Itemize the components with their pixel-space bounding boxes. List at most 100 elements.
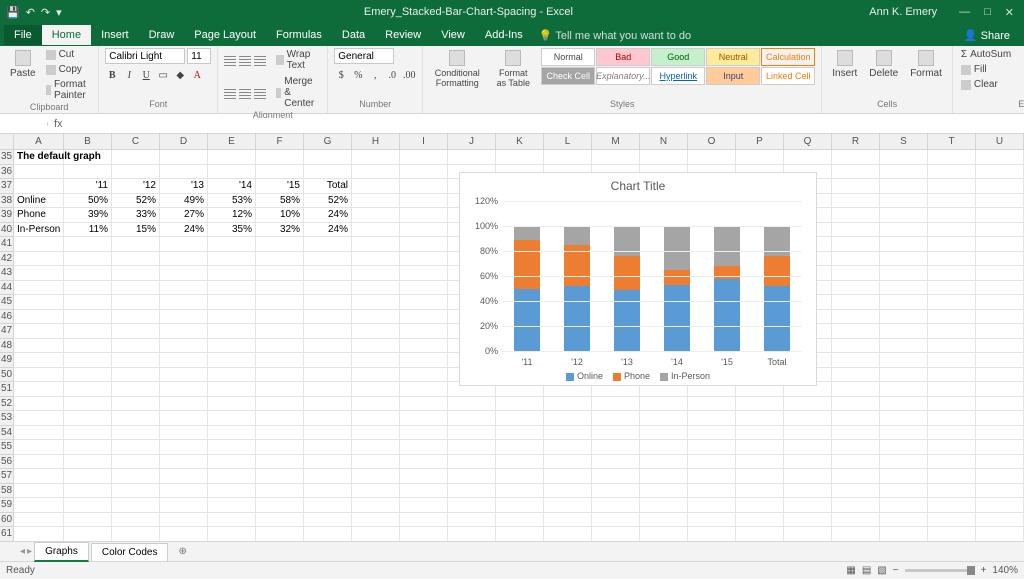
cell-B43[interactable]	[64, 266, 112, 281]
cell-B48[interactable]	[64, 339, 112, 354]
cell-U55[interactable]	[976, 440, 1024, 455]
format-as-table-button[interactable]: Format as Table	[489, 48, 537, 90]
cell-F41[interactable]	[256, 237, 304, 252]
cell-J61[interactable]	[448, 527, 496, 541]
cell-L35[interactable]	[544, 150, 592, 165]
cell-C43[interactable]	[112, 266, 160, 281]
cell-J59[interactable]	[448, 498, 496, 513]
cell-F43[interactable]	[256, 266, 304, 281]
cell-R37[interactable]	[832, 179, 880, 194]
cell-O55[interactable]	[688, 440, 736, 455]
sort-filter-button[interactable]: Sort & Filter	[1017, 48, 1024, 90]
cell-S37[interactable]	[880, 179, 928, 194]
cell-E38[interactable]: 53%	[208, 194, 256, 209]
cell-Q60[interactable]	[784, 513, 832, 528]
clear-button[interactable]: Clear	[959, 78, 1013, 91]
cell-I35[interactable]	[400, 150, 448, 165]
row-header[interactable]: 53	[0, 411, 14, 426]
cell-N35[interactable]	[640, 150, 688, 165]
cell-R40[interactable]	[832, 223, 880, 238]
cell-E57[interactable]	[208, 469, 256, 484]
cell-E48[interactable]	[208, 339, 256, 354]
insert-cells-button[interactable]: Insert	[828, 48, 861, 81]
cell-G57[interactable]	[304, 469, 352, 484]
cell-P60[interactable]	[736, 513, 784, 528]
delete-cells-button[interactable]: Delete	[865, 48, 902, 81]
chart-bar[interactable]	[764, 226, 790, 351]
cell-U60[interactable]	[976, 513, 1024, 528]
column-header-I[interactable]: I	[400, 134, 448, 149]
cell-F47[interactable]	[256, 324, 304, 339]
cell-H36[interactable]	[352, 165, 400, 180]
cell-G48[interactable]	[304, 339, 352, 354]
cell-D44[interactable]	[160, 281, 208, 296]
cell-B50[interactable]	[64, 368, 112, 383]
style-explanatory[interactable]: Explanatory...	[596, 67, 650, 85]
cell-H51[interactable]	[352, 382, 400, 397]
cell-D58[interactable]	[160, 484, 208, 499]
cell-F58[interactable]	[256, 484, 304, 499]
tab-nav-next-icon[interactable]: ▸	[27, 546, 32, 557]
cell-K57[interactable]	[496, 469, 544, 484]
cell-F57[interactable]	[256, 469, 304, 484]
cell-Q54[interactable]	[784, 426, 832, 441]
cell-B36[interactable]	[64, 165, 112, 180]
cell-D48[interactable]	[160, 339, 208, 354]
cell-P53[interactable]	[736, 411, 784, 426]
cell-B41[interactable]	[64, 237, 112, 252]
cell-S51[interactable]	[880, 382, 928, 397]
autosum-button[interactable]: ΣAutoSum	[959, 48, 1013, 61]
align-right[interactable]	[254, 87, 266, 99]
cell-A60[interactable]	[14, 513, 64, 528]
cell-A50[interactable]	[14, 368, 64, 383]
cell-S43[interactable]	[880, 266, 928, 281]
zoom-out-icon[interactable]: −	[893, 565, 899, 576]
cell-O35[interactable]	[688, 150, 736, 165]
cell-N58[interactable]	[640, 484, 688, 499]
cell-I56[interactable]	[400, 455, 448, 470]
cell-E51[interactable]	[208, 382, 256, 397]
cell-Q55[interactable]	[784, 440, 832, 455]
chart-bar[interactable]	[714, 226, 740, 351]
cell-A38[interactable]: Online	[14, 194, 64, 209]
cell-G52[interactable]	[304, 397, 352, 412]
cell-L59[interactable]	[544, 498, 592, 513]
cell-U54[interactable]	[976, 426, 1024, 441]
cell-M61[interactable]	[592, 527, 640, 541]
row-header[interactable]: 44	[0, 281, 14, 296]
zoom-level[interactable]: 140%	[992, 565, 1018, 576]
cell-J35[interactable]	[448, 150, 496, 165]
cell-H41[interactable]	[352, 237, 400, 252]
cell-C55[interactable]	[112, 440, 160, 455]
align-middle[interactable]	[239, 54, 251, 66]
cell-G50[interactable]	[304, 368, 352, 383]
italic-button[interactable]: I	[122, 70, 136, 81]
cell-R47[interactable]	[832, 324, 880, 339]
row-header[interactable]: 59	[0, 498, 14, 513]
row-header[interactable]: 46	[0, 310, 14, 325]
column-header-L[interactable]: L	[544, 134, 592, 149]
cell-D53[interactable]	[160, 411, 208, 426]
cell-N57[interactable]	[640, 469, 688, 484]
row-header[interactable]: 57	[0, 469, 14, 484]
cell-R36[interactable]	[832, 165, 880, 180]
cell-I50[interactable]	[400, 368, 448, 383]
cell-D43[interactable]	[160, 266, 208, 281]
cell-G38[interactable]: 52%	[304, 194, 352, 209]
cell-R41[interactable]	[832, 237, 880, 252]
row-header[interactable]: 39	[0, 208, 14, 223]
cell-O59[interactable]	[688, 498, 736, 513]
cell-F35[interactable]	[256, 150, 304, 165]
cell-S56[interactable]	[880, 455, 928, 470]
cell-I46[interactable]	[400, 310, 448, 325]
cell-P57[interactable]	[736, 469, 784, 484]
fill-color-button[interactable]: ◆	[173, 70, 187, 81]
cell-R60[interactable]	[832, 513, 880, 528]
style-calculation[interactable]: Calculation	[761, 48, 815, 66]
cell-E52[interactable]	[208, 397, 256, 412]
cell-M52[interactable]	[592, 397, 640, 412]
cell-C45[interactable]	[112, 295, 160, 310]
cell-H48[interactable]	[352, 339, 400, 354]
cell-H53[interactable]	[352, 411, 400, 426]
cell-A58[interactable]	[14, 484, 64, 499]
